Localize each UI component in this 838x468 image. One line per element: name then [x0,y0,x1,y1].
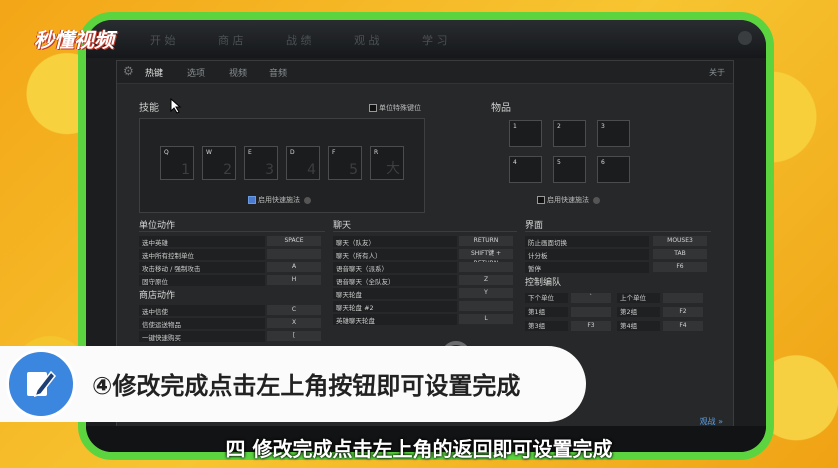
interface-title: 界面 [525,221,544,231]
hotkey-button[interactable]: A [267,262,321,272]
tab-audio[interactable]: 音频 [269,66,287,79]
skill-slot[interactable]: W2 [202,146,236,180]
hotkey-button[interactable]: SPACE [267,236,321,246]
hotkey-button[interactable]: Y [459,288,513,298]
hotkey-button[interactable]: Z [459,275,513,285]
back-gear-icon[interactable]: ⚙ [123,65,135,77]
hotkey-button[interactable]: F4 [663,321,703,331]
hotkey-button[interactable]: TAB [653,249,707,259]
hotkey-row: 聊天（队友） [333,236,457,247]
items-quickcast-checkbox[interactable] [537,196,545,204]
hotkey-button[interactable]: F2 [663,307,703,317]
hotkey-button[interactable]: RETURN [459,236,513,246]
hotkey-button[interactable]: F6 [653,262,707,272]
skill-slot[interactable]: R大 [370,146,404,180]
hotkey-button[interactable] [663,293,703,303]
hotkey-row: 语音聊天（全队友） [333,275,457,286]
hotkey-row: 攻击移动 / 强制攻击 [139,262,265,273]
hotkey-row: 聊天轮盘 [333,288,457,299]
tab-options[interactable]: 选项 [187,66,205,79]
item-slot[interactable]: 1 [509,120,542,147]
item-slot[interactable]: 6 [597,156,630,183]
top-menu-item[interactable]: 战 绩 [286,32,312,48]
divider [333,231,517,232]
item-slot[interactable]: 3 [597,120,630,147]
hotkey-button[interactable]: C [267,305,321,315]
item-slot[interactable]: 5 [553,156,586,183]
chat-title: 聊天 [333,221,352,231]
pen-icon [27,370,56,398]
group-label: 上个单位 [617,293,660,303]
skill-slot[interactable]: F5 [328,146,362,180]
top-menu-item[interactable]: 开 始 [150,32,176,48]
hotkey-row: 选中信使 [139,305,265,316]
hotkey-button[interactable]: ` [571,293,611,303]
hotkey-button[interactable] [459,301,513,311]
about-link[interactable]: 关于 [709,67,725,78]
group-label: 下个单位 [525,293,568,303]
skill-slot[interactable]: D4 [286,146,320,180]
divider [525,231,711,232]
hotkey-row: 聊天（所有人） [333,249,457,260]
hotkey-row: 语音聊天（派系） [333,262,457,273]
info-icon[interactable] [593,196,600,204]
control-groups-title: 控制编队 [525,278,562,288]
top-menu-item[interactable]: 观 战 [354,32,380,48]
hotkey-button[interactable] [459,262,513,272]
mouse-cursor-icon [170,98,182,114]
hotkey-button[interactable]: L [459,314,513,324]
video-subtitle: 四 修改完成点击左上角的返回即可设置完成 [225,437,613,461]
hotkey-button[interactable]: SHIFT键 + RETURN [459,249,513,267]
skill-slot[interactable]: E3 [244,146,278,180]
close-icon[interactable] [738,31,752,45]
hotkey-button[interactable]: H [267,275,321,285]
top-menu-item[interactable]: 学 习 [422,32,448,48]
hotkey-button[interactable] [571,307,611,317]
hotkey-button[interactable]: MOUSE3 [653,236,707,246]
step-instruction: ④修改完成点击左上角按钮即可设置完成 [92,372,521,400]
shop-actions-title: 商店动作 [139,291,176,301]
tab-hotkeys[interactable]: 热键 [145,66,163,79]
top-menu-item[interactable]: 商 店 [218,32,244,48]
tab-bar: ⚙ 热键 选项 视频 音频 关于 [117,61,733,84]
tab-video[interactable]: 视频 [229,66,247,79]
hotkey-row: 固守原位 [139,275,265,286]
group-label: 第1组 [525,307,568,317]
skills-quickcast-label: 启用快速施法 [258,195,311,205]
group-label: 第4组 [617,321,660,331]
hotkey-row: 英雄聊天轮盘 [333,314,457,325]
unit-position-checkbox[interactable] [369,104,377,112]
group-label: 第3组 [525,321,568,331]
hotkey-button[interactable]: X [267,318,321,328]
skill-slot[interactable]: Q1 [160,146,194,180]
hotkey-row: 计分板 [525,249,649,260]
info-icon[interactable] [304,196,311,204]
brand-logo: 秒懂视频 [34,28,114,52]
hotkey-row: 一键快速购买 [139,331,265,342]
divider [139,231,325,232]
hotkey-row: 信使运送物品 [139,318,265,329]
hotkey-row: 防止画面切换 [525,236,649,247]
hotkey-row: 聊天轮盘 #2 [333,301,457,312]
unit-actions-title: 单位动作 [139,221,176,231]
hotkey-button[interactable]: [ [267,331,321,341]
skills-box: Q1 W2 E3 D4 F5 R大 启用快速施法 [139,118,425,213]
game-top-menu: 开 始 商 店 战 绩 观 战 学 习 [86,20,766,58]
skills-title: 技能 [139,103,159,114]
skills-quickcast-checkbox[interactable] [248,196,256,204]
hotkey-row: 选中英雄 [139,236,265,247]
pen-badge [6,349,76,419]
item-slot[interactable]: 2 [553,120,586,147]
hotkey-button[interactable]: F3 [571,321,611,331]
unit-position-label: 单位特殊键位 [379,104,421,112]
group-label: 第2组 [617,307,660,317]
hotkey-row: 暂停 [525,262,649,273]
item-slot[interactable]: 4 [509,156,542,183]
items-quickcast-label: 启用快速施法 [547,195,600,205]
items-title: 物品 [491,103,511,114]
hotkey-button[interactable] [267,249,321,259]
hotkey-row: 选中所有控制单位 [139,249,265,260]
